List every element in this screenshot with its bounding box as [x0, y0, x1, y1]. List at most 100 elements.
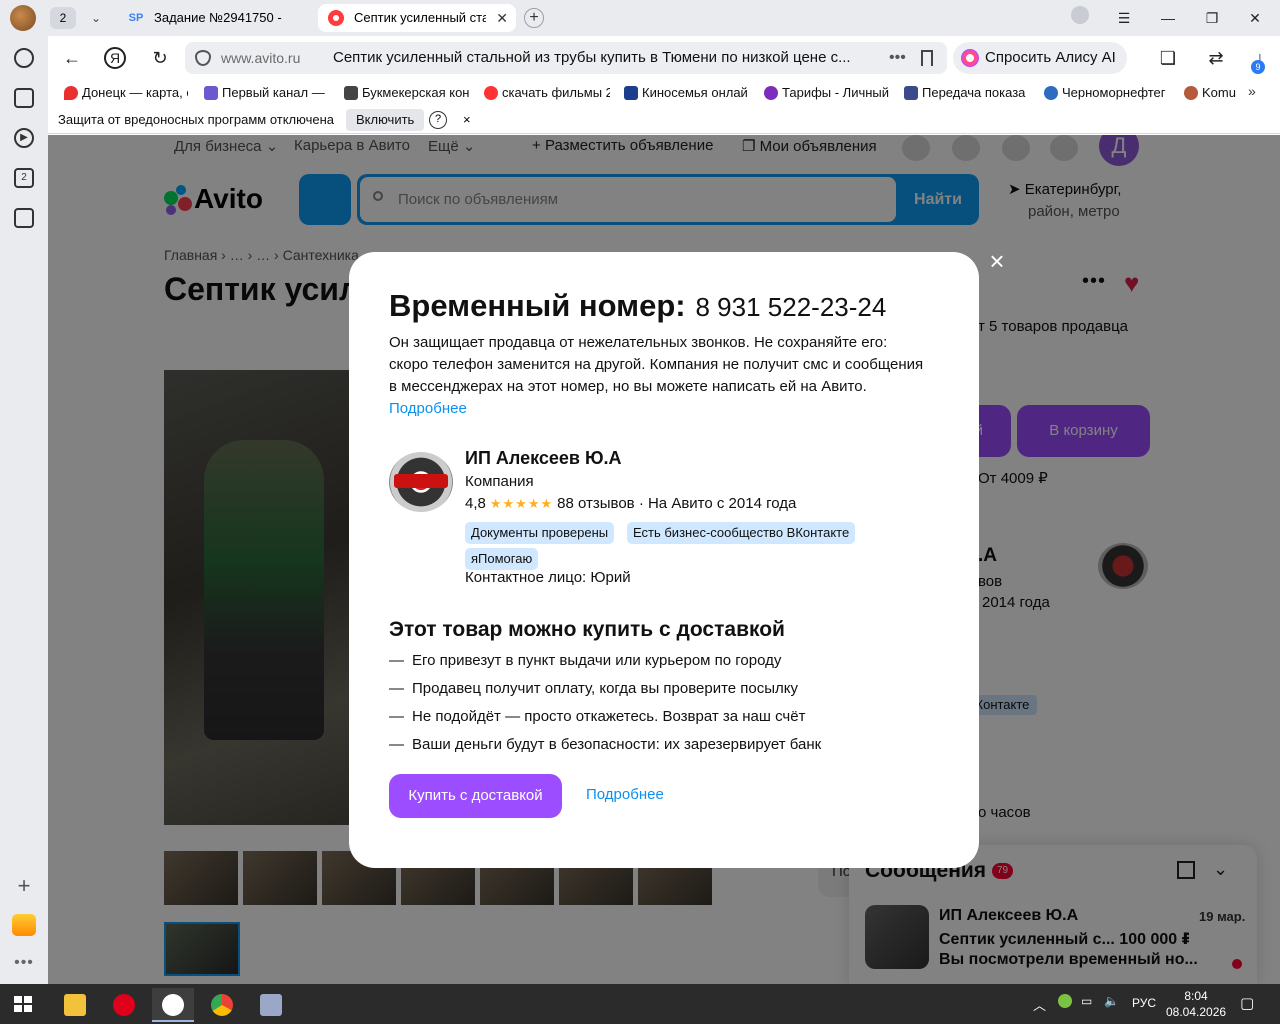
address-bar[interactable]: www.avito.ru Септик усиленный стальной и… [185, 42, 947, 74]
enable-protection-button[interactable]: Включить [346, 109, 425, 131]
browser-profile-avatar[interactable] [10, 5, 36, 31]
learn-more-link[interactable]: Подробнее [389, 400, 467, 417]
bookmark-label: Передача показа [922, 85, 1026, 100]
tab-task[interactable]: SP Задание №2941750 - про [118, 4, 314, 32]
mail-icon[interactable] [12, 914, 36, 936]
delivery-learn-more-link[interactable]: Подробнее [586, 786, 664, 803]
file-explorer-icon[interactable] [54, 988, 96, 1022]
bookmarks-overflow-icon[interactable]: » [1248, 83, 1256, 99]
close-tab-icon[interactable]: ✕ [496, 4, 508, 32]
chevron-down-icon[interactable]: ⌄ [84, 7, 108, 29]
seller-type: Компания [465, 473, 534, 490]
address-domain: www.avito.ru [221, 50, 301, 66]
yandex-home-icon[interactable]: Я [104, 47, 126, 69]
list-item: Не подойдёт — просто откажетесь. Возврат… [389, 706, 821, 734]
bookmark-icon[interactable] [921, 50, 933, 66]
tray-app-icon[interactable] [1058, 994, 1072, 1008]
menu-icon[interactable]: ☰ [1112, 6, 1136, 30]
volume-icon[interactable]: 🔈 [1104, 994, 1119, 1008]
close-infobar-icon[interactable]: × [463, 106, 471, 134]
bookmark-item[interactable]: Донецк — карта, с [64, 83, 188, 103]
modal-title-label: Временный номер: [389, 288, 686, 323]
bookmark-item[interactable]: Первый канал — с [204, 83, 328, 103]
video-play-icon[interactable]: ▶ [14, 128, 34, 148]
ask-alice-label: Спросить Алису AI [985, 49, 1116, 66]
seller-logo[interactable] [389, 452, 453, 512]
tariff-icon [764, 86, 778, 100]
clock-date: 08.04.2026 [1166, 1005, 1227, 1019]
tag-ya-pomogayu: яПомогаю [465, 548, 539, 570]
tab-title: Септик усиленный ста [354, 10, 486, 25]
tab-counter[interactable]: 2 [50, 7, 76, 29]
network-tool-icon[interactable] [250, 988, 292, 1022]
reader-icon[interactable]: ❏ [1156, 46, 1180, 70]
tab-title: Задание №2941750 - про [154, 10, 284, 25]
bookmark-label: скачать фильмы 2 [502, 85, 610, 100]
bookmark-item[interactable]: скачать фильмы 2 [484, 83, 610, 103]
seller-logo-banner [394, 474, 448, 488]
history-clock-icon[interactable] [14, 48, 34, 68]
language-indicator[interactable]: РУС [1132, 996, 1156, 1010]
buy-with-delivery-button[interactable]: Купить с доставкой [389, 774, 562, 818]
browser-toolbar: ← Я ↻ www.avito.ru Септик усиленный стал… [48, 36, 1280, 80]
meter-icon [904, 86, 918, 100]
bookmark-label: Букмекерская кон [362, 85, 470, 100]
shield-icon[interactable] [195, 50, 211, 66]
back-arrow-icon[interactable]: ← [60, 46, 84, 70]
tab-avito[interactable]: Септик усиленный ста ✕ [318, 4, 516, 32]
ask-alice-button[interactable]: Спросить Алису AI [953, 42, 1127, 74]
add-panel-plus-icon[interactable]: + [14, 875, 34, 897]
modal-title: Временный номер: 8 931 522-23-24 [389, 288, 886, 324]
clock-time: 8:04 [1184, 989, 1208, 1003]
bookmark-item[interactable]: Черноморнефтег [1044, 83, 1168, 103]
bookmarks-bar: Донецк — карта, с Первый канал — с Букме… [48, 80, 1280, 106]
address-page-title: Септик усиленный стальной из трубы купит… [333, 49, 851, 66]
map-pin-icon [64, 86, 78, 100]
malware-protection-infobar: Защита от вредоносных программ отключена… [48, 106, 1280, 134]
system-clock[interactable]: 8:04 08.04.2026 [1166, 988, 1226, 1020]
collections-icon[interactable] [14, 88, 34, 108]
tab-groups-icon[interactable]: 2 [14, 168, 34, 188]
sp-favicon-icon: SP [128, 12, 144, 24]
opera-icon[interactable] [103, 988, 145, 1022]
help-icon[interactable]: ? [429, 111, 447, 129]
screenshot-camera-icon[interactable] [14, 208, 34, 228]
seller-reviews[interactable]: 88 отзывов · На Авито с 2014 года [557, 495, 796, 512]
notifications-icon[interactable]: ▢ [1240, 994, 1254, 1012]
infobar-message: Защита от вредоносных программ отключена [58, 112, 335, 127]
tag-documents-verified: Документы проверены [465, 522, 615, 544]
bookmark-item[interactable]: Передача показа [904, 83, 1030, 103]
account-icon[interactable] [1068, 6, 1092, 30]
browser-side-rail: ▶ 2 + ••• [0, 36, 48, 984]
tray-expand-icon[interactable]: ︿ [1033, 995, 1046, 1014]
chrome-icon[interactable] [201, 988, 243, 1022]
restore-icon[interactable]: ❐ [1200, 6, 1224, 30]
more-dots-icon[interactable]: ••• [14, 954, 34, 972]
temporary-number-modal: Временный номер: 8 931 522-23-24 Он защи… [349, 252, 979, 868]
rating-stars-icon: ★★★★★ [489, 496, 554, 511]
windows-taskbar: ︿ ▭ 🔈 РУС 8:04 08.04.2026 ▢ [0, 984, 1280, 1024]
seller-name[interactable]: ИП Алексеев Ю.А [465, 448, 622, 469]
bookmark-label: Черноморнефтег [1062, 85, 1166, 100]
yandex-browser-icon[interactable] [152, 988, 194, 1022]
translate-icon[interactable]: ⇄ [1204, 46, 1228, 70]
close-window-icon[interactable]: ✕ [1243, 6, 1267, 30]
contact-person: Контактное лицо: Юрий [465, 569, 631, 586]
reload-icon[interactable]: ↻ [148, 46, 172, 70]
network-icon[interactable]: ▭ [1081, 994, 1092, 1008]
bookmark-item[interactable]: Киносемья онлай [624, 83, 750, 103]
list-item: Его привезут в пункт выдачи или курьером… [389, 650, 821, 678]
bookmark-label: Киносемья онлай [642, 85, 748, 100]
windows-start-icon[interactable] [14, 996, 32, 1012]
more-dots-icon[interactable]: ••• [889, 42, 906, 74]
yandex-icon [484, 86, 498, 100]
close-icon[interactable]: × [986, 248, 1008, 274]
new-tab-plus-icon[interactable]: + [524, 8, 544, 28]
list-item: Продавец получит оплату, когда вы провер… [389, 678, 821, 706]
bookmark-item[interactable]: Тарифы - Личный [764, 83, 890, 103]
bookmark-item[interactable]: Букмекерская кон [344, 83, 470, 103]
bookmark-label: Первый канал — с [222, 85, 328, 100]
minimize-icon[interactable]: — [1156, 6, 1180, 30]
bookmark-item[interactable]: Komu [1184, 83, 1244, 103]
tag-vk-community: Есть бизнес-сообщество ВКонтакте [627, 522, 856, 544]
